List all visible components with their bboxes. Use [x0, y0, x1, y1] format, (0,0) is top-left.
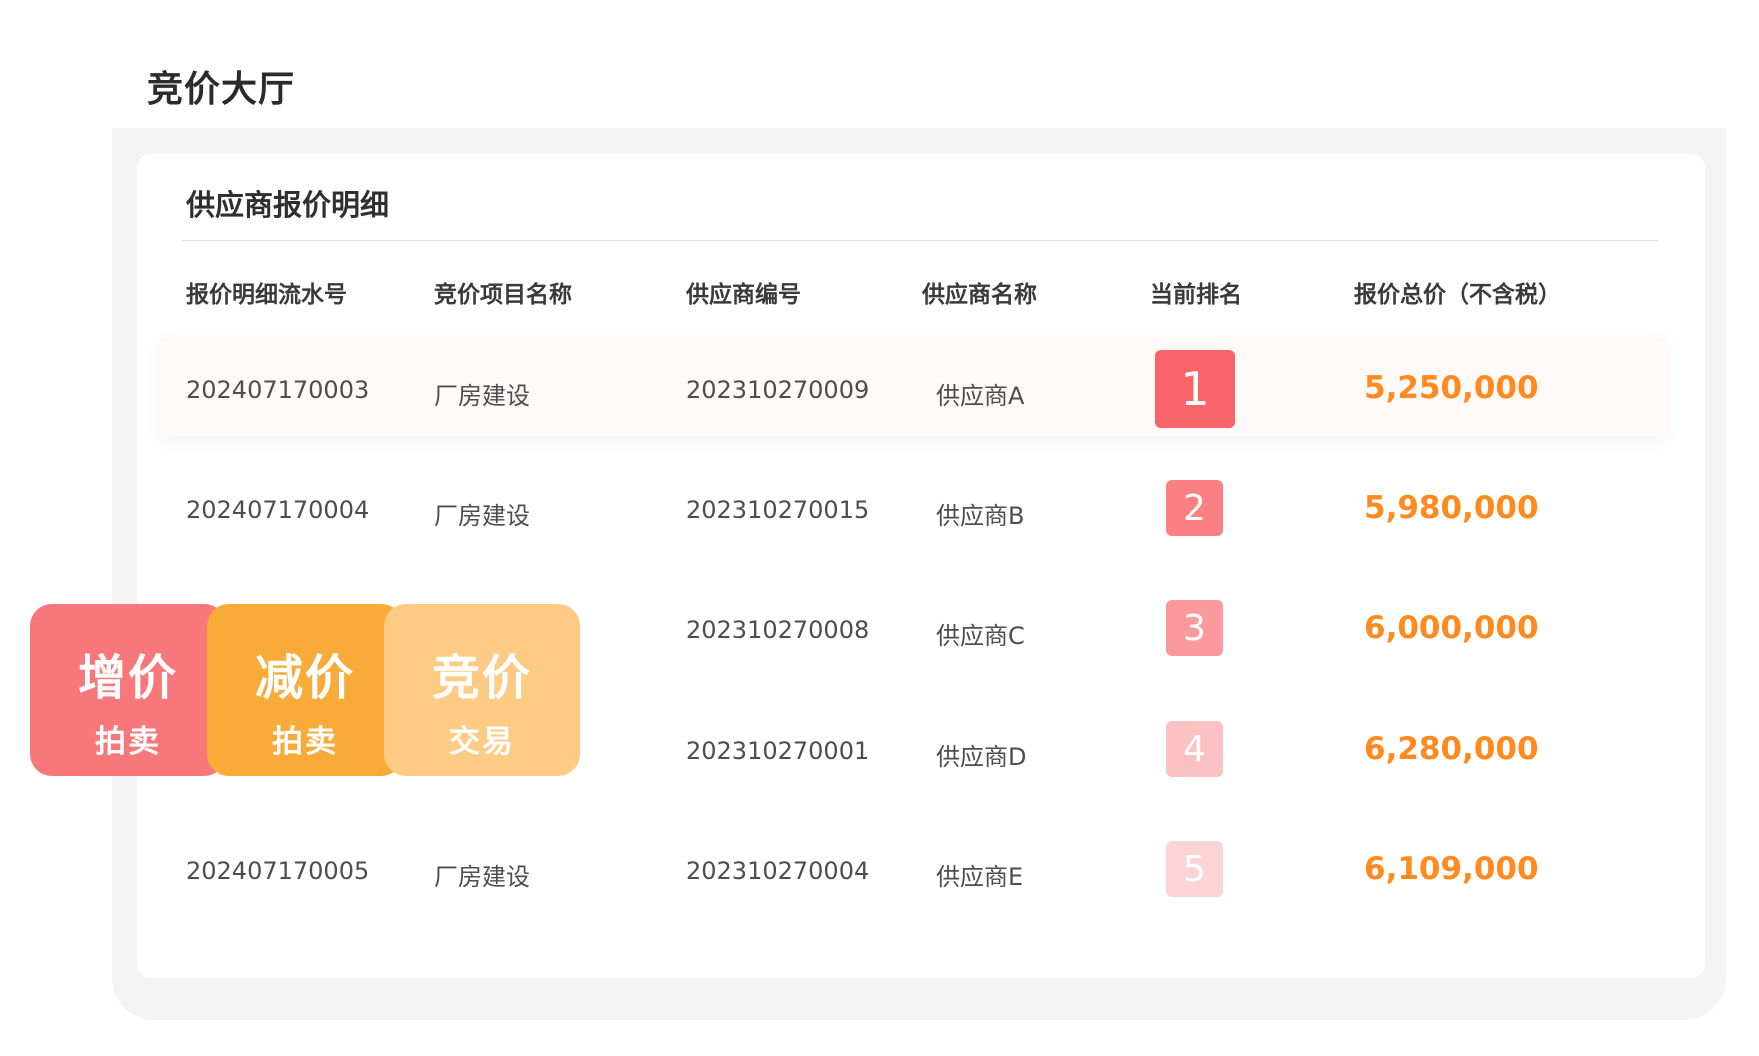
cell-quote-serial: 202407170004: [186, 496, 370, 524]
cell-supplier-name: 供应商E: [936, 863, 1024, 891]
cell-total-price: 5,250,000: [1364, 370, 1539, 406]
rank-badge: 3: [1166, 600, 1223, 656]
cell-supplier-code: 202310270009: [686, 376, 870, 404]
header-supplier-code: 供应商编号: [686, 282, 801, 308]
card-divider: [182, 240, 1658, 241]
header-current-rank: 当前排名: [1150, 282, 1242, 308]
cell-project-name: 厂房建设: [434, 382, 530, 410]
promo-subtitle: 拍卖: [95, 724, 161, 760]
rank-badge: 5: [1166, 841, 1223, 897]
cell-supplier-code: 202310270001: [686, 737, 870, 765]
cell-project-name: 厂房建设: [434, 502, 530, 530]
rank-badge: 1: [1155, 350, 1235, 428]
cell-supplier-name: 供应商C: [936, 622, 1025, 650]
cell-total-price: 5,980,000: [1364, 490, 1539, 526]
cell-project-name: 厂房建设: [434, 863, 530, 891]
rank-badge: 2: [1166, 480, 1223, 536]
cell-total-price: 6,000,000: [1364, 610, 1539, 646]
cell-supplier-name: 供应商A: [936, 382, 1025, 410]
header-project-name: 竞价项目名称: [434, 282, 572, 308]
rank-badge: 4: [1166, 721, 1223, 777]
cell-total-price: 6,109,000: [1364, 851, 1539, 887]
cell-supplier-name: 供应商D: [936, 743, 1027, 771]
promo-bidding-trade[interactable]: 竞价 交易: [384, 604, 580, 776]
promo-title: 减价: [254, 650, 355, 706]
page-title: 竞价大厅: [147, 69, 296, 110]
cell-supplier-code: 202310270004: [686, 857, 870, 885]
promo-title: 竞价: [431, 650, 532, 706]
cell-supplier-name: 供应商B: [936, 502, 1025, 530]
cell-supplier-code: 202310270008: [686, 616, 870, 644]
header-total-price: 报价总价（不含税）: [1354, 282, 1561, 308]
header-supplier-name: 供应商名称: [922, 282, 1037, 308]
promo-descending-auction[interactable]: 减价 拍卖: [207, 604, 403, 776]
promo-subtitle: 拍卖: [272, 724, 338, 760]
promo-title: 增价: [77, 650, 178, 706]
cell-quote-serial: 202407170003: [186, 376, 370, 404]
card-title: 供应商报价明细: [186, 188, 390, 222]
cell-total-price: 6,280,000: [1364, 731, 1539, 767]
promo-ascending-auction[interactable]: 增价 拍卖: [30, 604, 226, 776]
promo-subtitle: 交易: [449, 724, 515, 760]
header-quote-serial: 报价明细流水号: [186, 282, 347, 308]
cell-quote-serial: 202407170005: [186, 857, 370, 885]
cell-supplier-code: 202310270015: [686, 496, 870, 524]
